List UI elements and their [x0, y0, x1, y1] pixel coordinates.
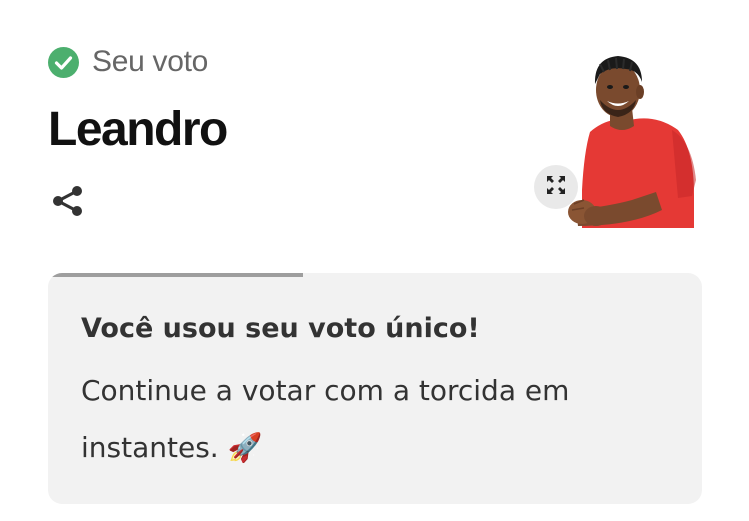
candidate-photo [560, 50, 700, 228]
expand-icon [545, 174, 567, 201]
vote-status-label: Seu voto [92, 45, 209, 78]
notice-title: Você usou seu voto único! [81, 313, 480, 344]
expand-image-button[interactable] [534, 165, 578, 209]
share-icon[interactable] [50, 183, 86, 219]
check-circle-icon [48, 46, 79, 78]
notice-body: Continue a votar com a torcida em instan… [81, 374, 570, 464]
countdown-progress-bar [48, 273, 304, 277]
vote-notice-card: Você usou seu voto único! Continue a vot… [48, 273, 702, 504]
candidate-name: Leandro [48, 103, 228, 156]
vote-status: Seu voto [48, 44, 208, 80]
